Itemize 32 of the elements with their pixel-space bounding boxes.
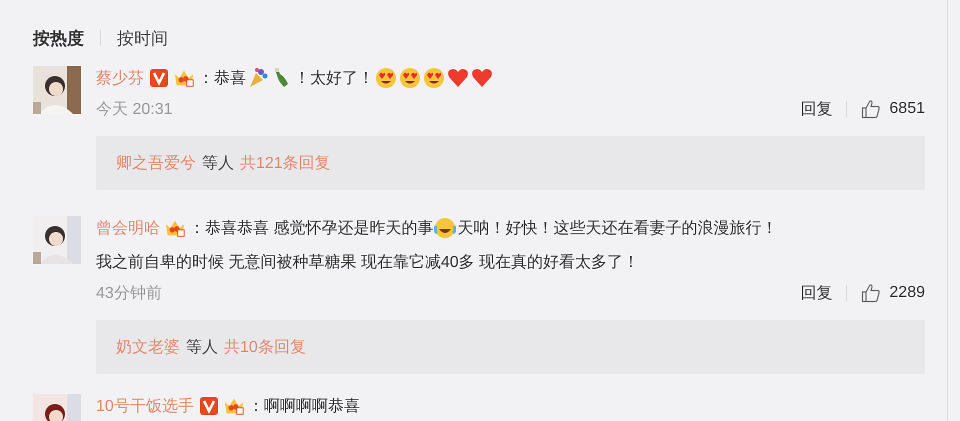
heart-icon [447,67,469,89]
reply-button[interactable]: 回复 [800,282,832,304]
reply-user-link[interactable]: 卿之吾爱兮 [116,152,196,174]
reply-count-link[interactable]: 共121条回复 [240,152,331,174]
comment-text: 天呐！好快！这些天还在看妻子的浪漫旅行！ [457,218,778,238]
thumbs-up-icon [861,283,882,303]
reply-button[interactable]: 回复 [800,98,832,120]
timestamp: 43分钟前 [96,284,162,304]
sort-tab[interactable]: 按时间 [117,26,168,50]
timestamp: 今天 20:31 [96,100,172,120]
reply-count-link[interactable]: 共10条回复 [224,336,306,358]
sort-tab[interactable]: 按热度 [33,26,84,50]
user-name[interactable]: 曾会明哈 [96,218,160,238]
heart-eyes-face-icon [423,67,445,89]
heart-eyes-face-icon [375,67,397,89]
comment-text: ：恭喜恭喜 感觉怀孕还是昨天的事 [189,218,434,238]
comment-text: 我之前自卑的时候 无意间被种草糖果 现在靠它减40多 现在真的好看太多了！ [96,252,640,272]
laughing-face-icon [434,217,456,239]
user-name[interactable]: 蔡少芬 [96,68,144,88]
reply-user-link[interactable]: 奶文老婆 [116,336,180,358]
heart-eyes-face-icon [399,67,421,89]
thumbs-up-icon [861,99,882,119]
like-button[interactable]: 6851 [861,99,925,119]
user-name[interactable]: 10号干饭选手 [96,396,194,416]
party-popper-icon [247,67,269,89]
heart-icon [471,67,493,89]
comment-text: ：啊啊啊啊恭喜 [248,396,360,416]
comment-text: ：恭喜 [198,68,246,88]
like-button[interactable]: 2289 [861,283,925,303]
replies-label: 等人 [202,154,234,174]
replies-label: 等人 [186,338,218,358]
comment-text: ！太好了！ [294,68,374,88]
